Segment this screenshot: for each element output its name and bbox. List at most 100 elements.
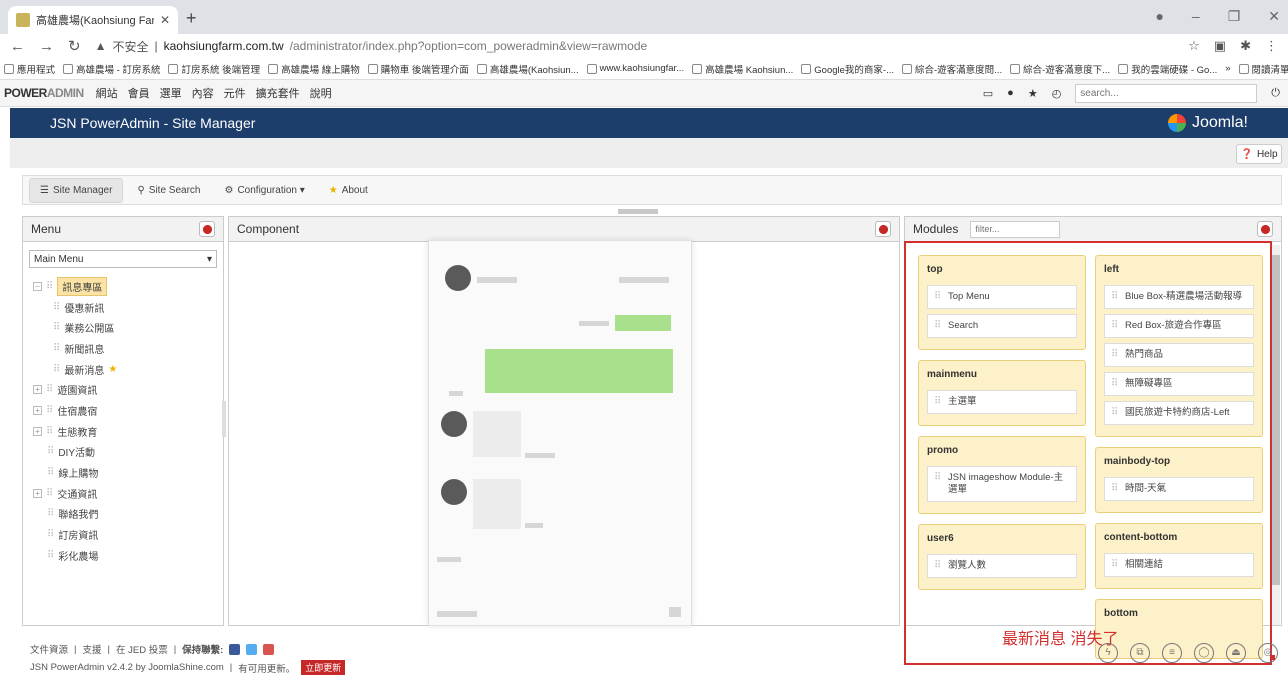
module-item[interactable]: Blue Box-精選農場活動報導 [1104, 285, 1254, 309]
menu-panel-title: Menu [31, 222, 62, 236]
user-icon[interactable]: ● [1007, 87, 1014, 99]
module-item[interactable]: 主選單 [927, 390, 1077, 414]
modules-scrollbar[interactable] [1272, 245, 1280, 625]
circle-icon[interactable]: ◯ [1194, 643, 1214, 663]
bookmarks-more[interactable]: » [1225, 63, 1230, 74]
module-item[interactable]: Search [927, 314, 1077, 338]
favorite-star-icon[interactable]: ★ [1028, 87, 1038, 100]
bookmark-item[interactable]: 高雄農場 - 訂房系統 [63, 62, 160, 76]
module-item[interactable]: Top Menu [927, 285, 1077, 309]
menu-dots-icon[interactable]: ⋮ [1265, 38, 1278, 54]
admin-search-input[interactable] [1075, 83, 1258, 103]
tab-site-search[interactable]: ⚲ Site Search [127, 179, 210, 202]
footer-support-link[interactable]: 支援 [82, 642, 101, 656]
update-now-button[interactable]: 立即更新 [301, 660, 346, 675]
admin-menu-site[interactable]: 網站 [96, 85, 118, 101]
forward-icon[interactable]: → [39, 38, 54, 55]
copy-icon[interactable]: ⧉ [1130, 643, 1150, 663]
module-item[interactable]: 時間-天氣 [1104, 477, 1254, 501]
panel-resize-handle[interactable] [618, 209, 658, 214]
bookmark-item[interactable]: 應用程式 [4, 62, 55, 76]
admin-menu-help[interactable]: 說明 [310, 85, 332, 101]
module-item[interactable]: Red Box-旅遊合作專區 [1104, 314, 1254, 338]
tab-site-manager[interactable]: ☰ Site Manager [29, 177, 124, 203]
back-icon[interactable]: ← [10, 38, 25, 55]
admin-menu-components[interactable]: 元件 [224, 85, 246, 101]
menu-item[interactable]: + ⠿ 生態教育 [33, 421, 223, 442]
collapse-menu-icon[interactable] [199, 221, 215, 237]
footer-docs-link[interactable]: 文件資源 [30, 642, 68, 656]
help-button[interactable]: ❓ Help [1236, 144, 1282, 164]
puzzle-icon[interactable]: ✱ [1240, 38, 1251, 54]
menu-item[interactable]: − ⠿ 訊息專區 [33, 276, 223, 297]
scrollbar-thumb[interactable] [1272, 255, 1280, 585]
module-item[interactable]: 瀏覽人數 [927, 554, 1077, 578]
monitor-icon[interactable]: ▭ [983, 87, 993, 100]
menu-item[interactable]: ⠿ 新聞訊息 [33, 338, 223, 359]
menu-item[interactable]: + ⠿ 遊園資訊 [33, 379, 223, 400]
tab-configuration[interactable]: ⚙ Configuration ▾ [214, 179, 314, 202]
menu-item[interactable]: + ⠿ 交通資訊 [33, 483, 223, 504]
module-item[interactable]: 相關連結 [1104, 553, 1254, 577]
admin-menu-content[interactable]: 內容 [192, 85, 214, 101]
module-item[interactable]: JSN imageshow Module-主選單 [927, 466, 1077, 502]
bookmark-star-icon[interactable]: ☆ [1188, 38, 1200, 54]
lightning-icon[interactable]: ϟ [1098, 643, 1118, 663]
module-item[interactable]: 熱門商品 [1104, 343, 1254, 367]
history-icon[interactable]: ◴ [1052, 87, 1062, 100]
youtube-icon[interactable] [263, 643, 275, 655]
reading-list[interactable]: 閱讀清單 [1238, 62, 1288, 76]
admin-menu-extensions[interactable]: 擴充套件 [256, 85, 300, 101]
admin-menu-users[interactable]: 會員 [128, 85, 150, 101]
bookmark-item[interactable]: 我的雲端硬碟 - Go... [1118, 62, 1217, 76]
chevron-down-icon: ▾ [206, 253, 212, 265]
footer-jed-link[interactable]: 在 JED 投票 [116, 642, 168, 656]
admin-menu-menus[interactable]: 選單 [160, 85, 182, 101]
reload-icon[interactable]: ↻ [68, 37, 81, 55]
panel-splitter[interactable] [222, 401, 226, 437]
browser-tab[interactable]: 高雄農場(Kaohsiung Farm) - 管... ✕ [8, 6, 178, 34]
menu-item[interactable]: ⠿ 業務公開區 [33, 317, 223, 338]
menu-item[interactable]: ⠿ 聯絡我們 [33, 504, 223, 525]
menu-item[interactable]: ⠿ 訂房資訊 [33, 524, 223, 545]
module-item[interactable]: 國民旅遊卡特約商店-Left [1104, 401, 1254, 425]
bookmark-item[interactable]: 高雄農場 線上購物 [268, 62, 360, 76]
menu-item[interactable]: + ⠿ 住宿農宿 [33, 400, 223, 421]
menu-item[interactable]: ⠿ 彩化農場 [33, 545, 223, 566]
facebook-icon[interactable] [229, 643, 241, 655]
bookmark-item[interactable]: 購物車 後端管理介面 [367, 62, 469, 76]
menu-type-select[interactable]: Main Menu ▾ [29, 250, 217, 268]
profile-icon[interactable]: ● [1155, 8, 1163, 25]
close-window-icon[interactable]: ✕ [1268, 8, 1280, 25]
eject-icon[interactable]: ⏏ [1226, 643, 1246, 663]
address-path: /administrator/index.php?option=com_powe… [289, 39, 648, 53]
address-bar[interactable]: ▲ 不安全 | kaohsiungfarm.com.tw/administrat… [95, 38, 1175, 55]
version-text[interactable]: JSN PowerAdmin v2.4.2 by JoomlaShine.com [30, 662, 224, 673]
bookmark-item[interactable]: www.kaohsiungfar... [586, 63, 684, 74]
restore-icon[interactable]: ❐ [1228, 8, 1241, 25]
module-item[interactable]: 無障礙專區 [1104, 372, 1254, 396]
menu-item[interactable]: ⠿ 線上購物 [33, 462, 223, 483]
bookmark-item[interactable]: 訂房系統 後端管理 [168, 62, 260, 76]
module-filter-input[interactable] [970, 220, 1061, 238]
tab-about[interactable]: ★ About [319, 179, 378, 202]
bookmark-item[interactable]: 高雄農場(Kaohsiun... [476, 62, 579, 76]
close-tab-icon[interactable]: ✕ [160, 13, 170, 27]
twitter-icon[interactable] [246, 643, 258, 655]
menu-item[interactable]: ⠿ 最新消息 ★ [33, 359, 223, 380]
bookmark-item[interactable]: 綜合-遊客滿意度問... [902, 62, 1002, 76]
layers-icon[interactable]: ≡ [1162, 643, 1182, 663]
bookmark-item[interactable]: 高雄農場 Kaohsiun... [692, 62, 793, 76]
collapse-component-icon[interactable] [875, 221, 891, 237]
menu-item[interactable]: ⠿ 優惠新訊 [33, 297, 223, 318]
bookmark-item[interactable]: Google我的商家-... [801, 62, 894, 76]
new-tab-icon[interactable]: + [186, 8, 197, 29]
extension-icon[interactable]: ▣ [1214, 38, 1226, 54]
collapse-modules-icon[interactable] [1257, 221, 1273, 237]
modules-right-column: left Blue Box-精選農場活動報導 Red Box-旅遊合作專區 熱門… [1095, 255, 1263, 663]
power-icon[interactable]: ⏻ [1271, 87, 1280, 100]
stack-icon[interactable]: ◎ [1258, 643, 1278, 663]
minimize-icon[interactable]: – [1192, 8, 1200, 25]
menu-item[interactable]: ⠿ DIY活動 [33, 442, 223, 463]
bookmark-item[interactable]: 綜合-遊客滿意度下... [1010, 62, 1110, 76]
